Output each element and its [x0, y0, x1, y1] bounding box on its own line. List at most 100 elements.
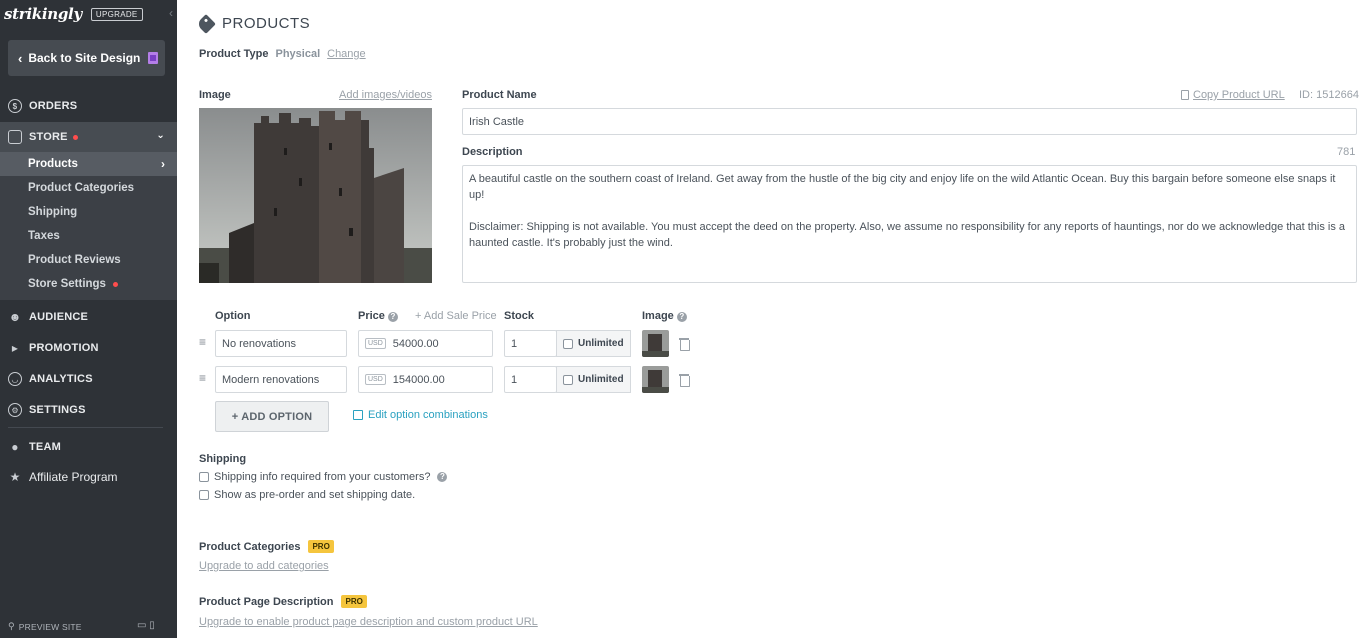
edit-icon: [353, 410, 363, 420]
preorder-checkbox[interactable]: [199, 490, 209, 500]
upgrade-button[interactable]: UPGRADE: [90, 7, 143, 21]
add-option-button[interactable]: + ADD OPTION: [215, 401, 329, 432]
sidebar-item-label: Store Settings: [28, 278, 106, 290]
price-input[interactable]: USD 154000.00: [358, 366, 493, 393]
back-label: Back to Site Design: [28, 51, 141, 65]
drag-handle-icon[interactable]: ≡: [199, 336, 209, 348]
option-image-thumbnail[interactable]: [642, 366, 669, 393]
currency-badge: USD: [365, 338, 386, 349]
nav-promotion[interactable]: ▸ PROMOTION: [0, 340, 177, 356]
image-header: Image?: [642, 310, 687, 322]
unlimited-toggle[interactable]: Unlimited: [556, 330, 631, 357]
product-categories-label: Product Categories: [199, 540, 301, 553]
shipping-label: Shipping: [199, 453, 247, 465]
product-id: ID: 1512664: [1299, 89, 1359, 101]
device-preview-icon[interactable]: ▭ ▯: [137, 620, 155, 631]
price-header: Price?: [358, 310, 398, 322]
nav-analytics[interactable]: ◡ ANALYTICS: [0, 371, 177, 387]
trophy-icon: ★: [9, 470, 21, 484]
help-icon[interactable]: ?: [387, 312, 398, 322]
divider: [8, 427, 163, 428]
main-content: PRODUCTS Product Type Physical Change Im…: [177, 0, 1366, 638]
option-image-thumbnail[interactable]: [642, 330, 669, 357]
unlimited-checkbox[interactable]: [563, 338, 573, 349]
shipping-info-option[interactable]: Shipping info required from your custome…: [199, 471, 448, 483]
product-page-description-label: Product Page Description: [199, 595, 334, 608]
description-paragraph: A beautiful castle on the southern coast…: [469, 173, 1336, 201]
add-images-link[interactable]: Add images/videos: [339, 89, 432, 101]
unlimited-toggle[interactable]: Unlimited: [556, 366, 631, 393]
shipping-info-checkbox[interactable]: [199, 472, 209, 482]
upgrade-page-description-link[interactable]: Upgrade to enable product page descripti…: [199, 616, 538, 628]
product-type-label: Product Type: [199, 48, 269, 60]
chevron-right-icon: ›: [161, 157, 165, 171]
team-icon: ●: [11, 440, 19, 454]
nav-store[interactable]: STORE ⌄: [0, 122, 177, 152]
nav-affiliate-program[interactable]: ★ Affiliate Program: [0, 469, 177, 485]
strikingly-logo[interactable]: strikingly: [4, 5, 82, 23]
description-textarea[interactable]: A beautiful castle on the southern coast…: [462, 165, 1357, 283]
product-image[interactable]: [199, 108, 432, 283]
drag-handle-icon[interactable]: ≡: [199, 372, 209, 384]
copy-product-url-link[interactable]: Copy Product URL: [1181, 89, 1285, 101]
page-header: PRODUCTS: [196, 13, 311, 34]
trash-icon[interactable]: [679, 374, 690, 387]
page-title: PRODUCTS: [222, 15, 311, 32]
sidebar-item-products[interactable]: Products ›: [0, 152, 177, 176]
megaphone-icon: ▸: [11, 341, 19, 355]
dollar-icon: $: [8, 99, 22, 113]
currency-badge: USD: [365, 374, 386, 385]
nav-orders[interactable]: $ ORDERS: [0, 98, 177, 114]
nav-settings-label: SETTINGS: [29, 404, 86, 416]
collapse-sidebar-icon[interactable]: ‹: [169, 6, 173, 20]
product-type: Product Type Physical Change: [199, 48, 366, 60]
store-submenu: Products › Product Categories Shipping T…: [0, 152, 177, 300]
add-sale-price-link[interactable]: + Add Sale Price: [415, 310, 497, 322]
trash-icon[interactable]: [679, 338, 690, 351]
help-icon[interactable]: ?: [676, 312, 687, 322]
price-value: 154000.00: [392, 373, 445, 386]
sidebar: strikingly UPGRADE ‹ ‹ Back to Site Desi…: [0, 0, 177, 638]
stock-input[interactable]: 1: [504, 366, 557, 393]
shipping-info-label: Shipping info required from your custome…: [214, 471, 431, 483]
upgrade-categories-link[interactable]: Upgrade to add categories: [199, 560, 329, 572]
price-header-label: Price: [358, 310, 385, 322]
option-header: Option: [215, 310, 251, 322]
help-icon[interactable]: ?: [437, 472, 448, 482]
nav-audience[interactable]: ☻ AUDIENCE: [0, 309, 177, 325]
sidebar-item-product-reviews[interactable]: Product Reviews: [0, 248, 177, 272]
edit-combinations-label: Edit option combinations: [368, 409, 488, 421]
option-name-input[interactable]: No renovations: [215, 330, 347, 357]
preorder-label: Show as pre-order and set shipping date.: [214, 489, 416, 501]
nav-store-label: STORE: [29, 131, 68, 143]
copy-url-label: Copy Product URL: [1193, 89, 1285, 101]
notification-dot: [72, 134, 78, 140]
edit-option-combinations-link[interactable]: Edit option combinations: [353, 409, 488, 421]
tag-icon: [196, 13, 216, 34]
copy-icon: [1181, 90, 1189, 100]
description-paragraph: Disclaimer: Shipping is not available. Y…: [469, 221, 1346, 249]
nav-team[interactable]: ● TEAM: [0, 439, 177, 455]
change-product-type-link[interactable]: Change: [327, 48, 366, 60]
product-name-input[interactable]: Irish Castle: [462, 108, 1357, 135]
sidebar-item-label: Taxes: [28, 230, 60, 242]
people-icon: ☻: [8, 310, 22, 324]
stock-input[interactable]: 1: [504, 330, 557, 357]
sidebar-item-taxes[interactable]: Taxes: [0, 224, 177, 248]
back-to-site-design-button[interactable]: ‹ Back to Site Design: [8, 40, 165, 76]
chevron-left-icon: ‹: [18, 50, 23, 66]
price-input[interactable]: USD 54000.00: [358, 330, 493, 357]
image-label: Image: [199, 89, 231, 101]
sidebar-item-shipping[interactable]: Shipping: [0, 200, 177, 224]
sidebar-item-product-categories[interactable]: Product Categories: [0, 176, 177, 200]
description-label: Description: [462, 146, 523, 158]
preview-site-link[interactable]: ⚲ PREVIEW SITE: [8, 621, 82, 632]
nav-settings[interactable]: ⚙ SETTINGS: [0, 402, 177, 418]
description-char-count: 781: [1337, 146, 1356, 158]
brand: strikingly UPGRADE: [4, 4, 143, 24]
unlimited-label: Unlimited: [578, 374, 624, 385]
sidebar-item-store-settings[interactable]: Store Settings: [0, 272, 177, 296]
option-name-input[interactable]: Modern renovations: [215, 366, 347, 393]
preorder-option[interactable]: Show as pre-order and set shipping date.: [199, 489, 415, 501]
unlimited-checkbox[interactable]: [563, 374, 573, 385]
